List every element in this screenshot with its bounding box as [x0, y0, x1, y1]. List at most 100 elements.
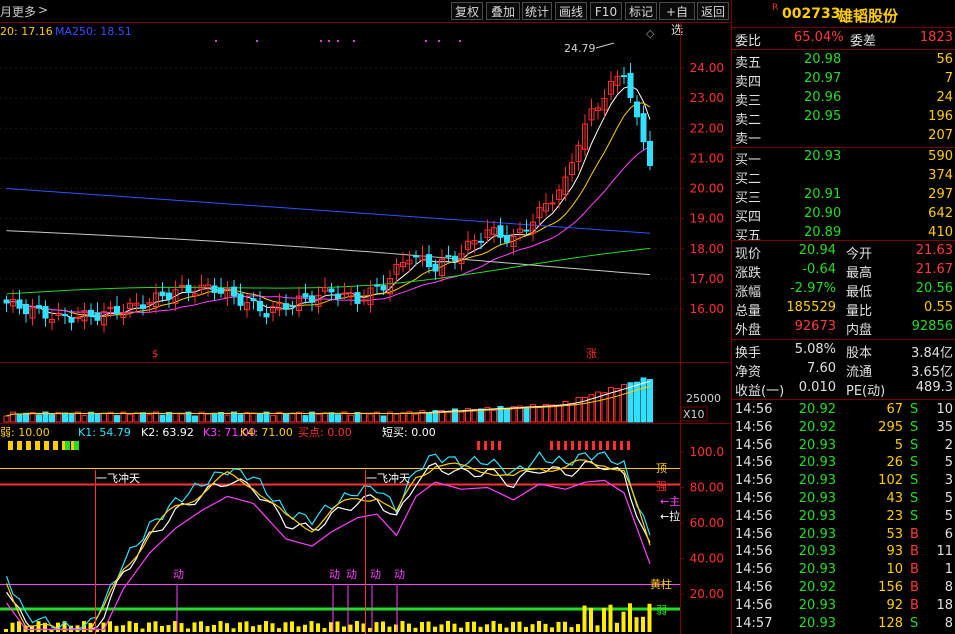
quote-label: 外盘 — [735, 323, 762, 338]
tick-time: 14:56 — [735, 526, 773, 542]
volume-bar-up — [244, 412, 250, 423]
volume-bar-down — [68, 413, 75, 423]
ask-row[interactable]: 卖五 20.98 56 — [732, 52, 955, 71]
volume-bar-up — [172, 412, 179, 423]
tick-row[interactable]: 14:56 20.93 93 B 11 — [732, 544, 955, 562]
indicator-bar — [10, 622, 15, 632]
volume-bar-up — [348, 414, 354, 423]
tick-volume: 5 — [894, 437, 903, 453]
quote-label: 现价 — [735, 247, 762, 262]
volume-bar-down — [426, 412, 432, 423]
tick-side: S — [910, 455, 919, 471]
tick-row[interactable]: 14:57 20.93 128 S 8 — [732, 616, 955, 634]
volume-ma-line — [6, 380, 651, 417]
volume-bar-down — [36, 414, 42, 423]
tick-price: 20.93 — [798, 615, 836, 631]
order-ratio-value: 65.04% — [794, 30, 844, 45]
tick-row[interactable]: 14:56 20.92 156 B 8 — [732, 580, 955, 598]
tick-volume: 43 — [886, 491, 903, 506]
stock-name[interactable]: 雄韬股份 — [838, 5, 898, 26]
ask-level-label: 卖五 — [735, 56, 762, 71]
tick-price: 20.93 — [798, 455, 836, 471]
bid-row[interactable]: 买一 20.93 590 — [732, 149, 955, 168]
candle-up — [75, 316, 81, 319]
indicator-bar — [173, 621, 177, 632]
weak-label: 弱 — [656, 604, 667, 617]
tick-time: 14:56 — [735, 562, 773, 578]
indicator-bar — [595, 625, 600, 632]
diamond-icon: ◇ — [646, 27, 655, 40]
breakout-label-2: 一飞冲天 — [366, 471, 410, 485]
chart-area[interactable]: 24.00 23.00 22.00 21.00 20.00 19.00 18.00 17.00… — [0, 0, 731, 634]
indicator-bar — [537, 621, 541, 632]
candle-down — [88, 309, 94, 317]
red-block — [557, 441, 560, 450]
tick-side: S — [910, 615, 919, 631]
candle-down — [94, 312, 101, 321]
indicator-bar — [641, 616, 645, 632]
indicator-bar — [199, 621, 203, 632]
move-label: 动 — [329, 568, 340, 581]
quote-value: 92673 — [794, 319, 836, 334]
fundamental-row: 收益(一) 0.010 PE(动) 489.3 — [732, 380, 955, 399]
volume-bar-down — [283, 413, 289, 423]
tick-row[interactable]: 14:56 20.93 26 S 5 — [732, 455, 955, 473]
tick-row[interactable]: 14:56 20.93 23 S 5 — [732, 509, 955, 527]
signal-dot — [256, 40, 258, 42]
bid-level-label: 买四 — [735, 210, 762, 225]
bid-row[interactable]: 买四 20.90 642 — [732, 206, 955, 225]
indicator-bar — [290, 621, 294, 632]
tick-row[interactable]: 14:56 20.93 92 B 18 — [732, 598, 955, 616]
bid-row[interactable]: 买三 20.91 297 — [732, 187, 955, 206]
bid-price: 20.93 — [804, 149, 842, 164]
weak-block — [17, 441, 22, 450]
ask-row[interactable]: 卖一 207 — [732, 128, 955, 147]
moving-average-lines — [6, 85, 651, 319]
indicator-bar — [309, 621, 314, 632]
tick-row[interactable]: 14:56 20.92 67 S 10 — [732, 402, 955, 420]
candle-down — [621, 75, 627, 78]
quote-label: 涨跌 — [735, 266, 762, 281]
fundamental-label: 收益(一) — [735, 384, 785, 399]
tick-row[interactable]: 14:56 20.93 10 B 1 — [732, 562, 955, 580]
ma5-line — [6, 85, 651, 319]
candle-down — [16, 299, 23, 309]
tick-time: 14:56 — [735, 491, 773, 506]
volume-bar-down — [23, 412, 29, 423]
volume-bar-up — [250, 412, 257, 423]
price-tick-label: 18.00 — [690, 242, 724, 256]
volume-bar-down — [647, 379, 653, 423]
tick-time: 14:56 — [735, 402, 773, 417]
indicator-bar — [361, 623, 366, 632]
volume-bar-up — [458, 411, 465, 423]
indicator-bar — [381, 621, 385, 632]
volume-bar-up — [127, 413, 133, 423]
indicator-bar — [504, 627, 509, 632]
move-label: 动 — [346, 568, 357, 581]
tick-row[interactable]: 14:56 20.92 295 S 35 — [732, 420, 955, 438]
tick-volume: 26 — [886, 455, 903, 471]
candle-down — [478, 240, 484, 243]
tick-row[interactable]: 14:56 20.93 5 S 2 — [732, 438, 955, 456]
volume-bar-up — [270, 415, 276, 423]
tick-row[interactable]: 14:56 20.93 43 S 5 — [732, 491, 955, 509]
pull-label: ←拉 — [660, 509, 680, 523]
candle-up — [361, 299, 367, 302]
candle-down — [335, 293, 341, 299]
red-block — [578, 441, 581, 450]
indicator-bar — [621, 611, 626, 632]
indicator-bar — [121, 625, 125, 632]
ask-row[interactable]: 卖四 20.97 7 — [732, 71, 955, 90]
ask-row[interactable]: 卖三 20.96 24 — [732, 90, 955, 109]
tick-row[interactable]: 14:56 20.93 102 S 3 — [732, 473, 955, 491]
fundamental-label: 股本 — [846, 346, 873, 361]
bid-row[interactable]: 买二 374 — [732, 168, 955, 187]
quote-value: 21.63 — [915, 243, 953, 258]
stock-code[interactable]: 002733 — [782, 6, 840, 22]
tick-row[interactable]: 14:56 20.93 53 B 6 — [732, 527, 955, 545]
ask-row[interactable]: 卖二 20.95 196 — [732, 109, 955, 128]
volume-bar-down — [114, 415, 120, 423]
candle-down — [374, 284, 380, 287]
tick-volume: 93 — [886, 544, 903, 560]
tick-price: 20.93 — [798, 473, 836, 489]
